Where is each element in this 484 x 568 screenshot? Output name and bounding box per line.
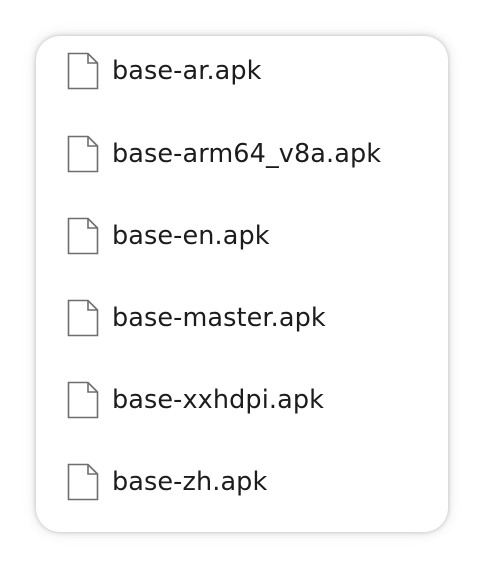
- file-icon: [66, 216, 100, 256]
- file-icon: [66, 51, 100, 91]
- file-item-base-ar[interactable]: base-ar.apk: [66, 49, 262, 93]
- file-icon: [66, 462, 100, 502]
- file-name: base-en.apk: [112, 221, 270, 251]
- file-name: base-master.apk: [112, 303, 326, 333]
- file-icon: [66, 380, 100, 420]
- file-list-panel: base-ar.apk base-arm64_v8a.apk base-en.a…: [36, 36, 448, 532]
- file-name: base-ar.apk: [112, 56, 262, 86]
- file-name: base-zh.apk: [112, 467, 268, 497]
- file-item-base-en[interactable]: base-en.apk: [66, 214, 270, 258]
- file-item-base-xxhdpi[interactable]: base-xxhdpi.apk: [66, 378, 324, 422]
- file-item-base-zh[interactable]: base-zh.apk: [66, 460, 267, 504]
- file-icon: [66, 134, 100, 174]
- screenshot-stage: base-ar.apk base-arm64_v8a.apk base-en.a…: [0, 0, 484, 568]
- file-item-base-arm64-v8a[interactable]: base-arm64_v8a.apk: [66, 132, 381, 176]
- file-name: base-xxhdpi.apk: [112, 385, 324, 415]
- file-icon: [66, 298, 100, 338]
- file-name: base-arm64_v8a.apk: [112, 139, 382, 169]
- file-item-base-master[interactable]: base-master.apk: [66, 296, 326, 340]
